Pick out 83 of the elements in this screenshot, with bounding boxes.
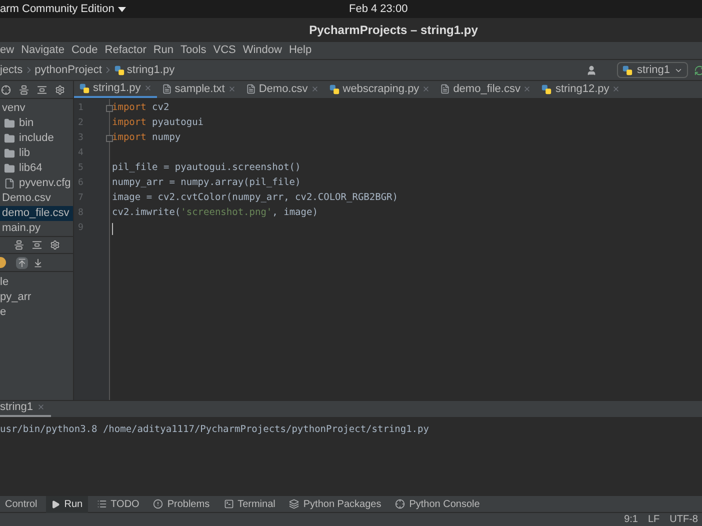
menu-item[interactable]: Refactor [104, 42, 146, 59]
tree-item[interactable]: lib [0, 146, 73, 161]
editor-tab[interactable]: string1.py [74, 81, 157, 98]
python-file-icon [114, 64, 125, 76]
status-item[interactable]: UTF-8 [670, 512, 698, 526]
code-line: numpy_arr = numpy.array(pil_file) [112, 176, 301, 190]
dropdown-icon [118, 6, 126, 12]
menu-item[interactable]: Window [242, 42, 282, 59]
structure-item[interactable]: py_arr [0, 289, 73, 304]
code-line: import numpy [112, 131, 181, 146]
python-file-icon [328, 84, 340, 94]
arrow-down-icon[interactable] [32, 256, 44, 268]
folder-icon [4, 133, 15, 144]
tree-item[interactable]: lib64 [0, 161, 73, 176]
collapse-icon[interactable] [37, 84, 47, 94]
tool-window-tab[interactable]: Run [46, 496, 88, 512]
tree-item[interactable]: demo_file.csv [0, 206, 73, 221]
menu-item[interactable]: ew [0, 42, 14, 59]
folder-icon [4, 148, 15, 159]
folder-icon [4, 163, 15, 174]
code-line: pil_file = pyautogui.screenshot() [112, 161, 301, 176]
status-item[interactable]: LF [648, 512, 660, 526]
fold-icon[interactable] [106, 105, 113, 112]
menu-item[interactable]: Help [288, 42, 312, 59]
tool-window-tab[interactable]: Python Console [390, 496, 485, 512]
collapse-icon[interactable] [32, 240, 42, 250]
editor-tab[interactable]: sample.txt [156, 81, 241, 98]
tree-item[interactable]: main.py [0, 221, 73, 236]
problems-icon [153, 499, 164, 509]
tool-window-tab[interactable]: Control [0, 496, 42, 512]
terminal-icon [224, 499, 234, 509]
expand-icon[interactable] [14, 240, 24, 250]
arrow-up-icon[interactable] [16, 256, 28, 268]
settings-icon[interactable] [50, 240, 60, 250]
file-icon [4, 178, 15, 189]
run-config-dropdown[interactable]: string1 [617, 62, 688, 78]
editor-tab[interactable]: webscraping.py [324, 81, 436, 98]
menu-item[interactable]: Navigate [21, 42, 64, 59]
python-file-icon [79, 82, 90, 94]
tree-item[interactable]: venv [0, 101, 73, 116]
breadcrumb[interactable]: string1.py [114, 62, 175, 78]
console-output: usr/bin/python3.8 /home/aditya1117/PycharmProjects/pythonProject/string1.py [0, 424, 429, 435]
code-line: import pyautogui [112, 116, 204, 130]
user-icon[interactable] [586, 64, 597, 76]
locate-icon[interactable] [1, 84, 11, 94]
tree-item[interactable]: Demo.csv [0, 191, 73, 206]
app-menu[interactable]: arm Community Edition [0, 0, 126, 18]
breadcrumb[interactable]: jects [0, 62, 23, 78]
settings-icon[interactable] [55, 84, 65, 94]
menu-item[interactable]: Code [71, 42, 98, 59]
expand-icon[interactable] [19, 84, 29, 94]
clock: Feb 4 23:00 [349, 2, 408, 17]
breadcrumb[interactable]: pythonProject [34, 62, 102, 78]
fold-icon[interactable] [106, 135, 113, 142]
file-icon [246, 84, 256, 94]
python-file-icon [622, 64, 633, 76]
refresh-icon[interactable] [694, 64, 702, 76]
tree-item[interactable]: bin [0, 116, 73, 131]
tree-item[interactable]: include [0, 131, 73, 146]
folder-icon [4, 118, 15, 129]
tree-item[interactable]: pyvenv.cfg [0, 176, 73, 191]
editor-tab[interactable]: Demo.csv [240, 81, 324, 98]
menu-item[interactable]: Tools [180, 42, 206, 59]
structure-item[interactable]: e [0, 304, 73, 319]
code-line: import cv2 [112, 101, 170, 116]
editor-tab[interactable]: demo_file.csv [435, 81, 536, 98]
tool-window-tab[interactable]: TODO [92, 496, 144, 512]
python-file-icon [541, 84, 552, 94]
editor-tab[interactable]: string12.py [536, 81, 626, 98]
tool-window-tab[interactable]: Terminal [218, 496, 280, 512]
code-line: image = cv2.cvtColor(numpy_arr, cv2.COLOR_RGB2BGR) [112, 191, 398, 206]
run-icon [51, 500, 60, 508]
code-line: cv2.imwrite('screenshot.png', image) [112, 206, 318, 220]
layers-icon [289, 499, 300, 509]
tool-window-tab[interactable]: Problems [148, 496, 215, 512]
tool-window-tab[interactable]: Python Packages [284, 496, 386, 512]
menu-item[interactable]: Run [153, 42, 174, 59]
file-icon [162, 84, 172, 94]
structure-item[interactable]: le [0, 274, 73, 289]
window-title: PycharmProjects – string1.py [309, 22, 478, 39]
status-item[interactable]: 9:1 [624, 512, 638, 526]
file-icon [440, 84, 450, 94]
menu-item[interactable]: VCS [213, 42, 236, 59]
